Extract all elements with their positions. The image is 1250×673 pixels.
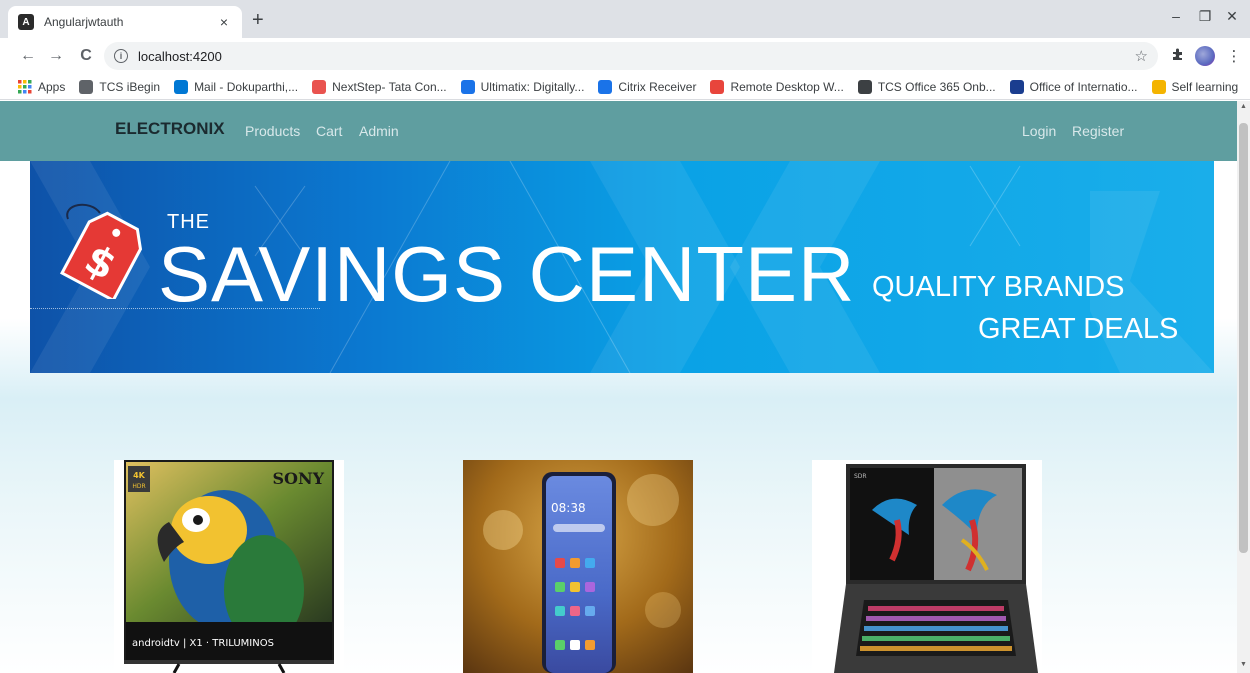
brand-logo[interactable]: ELECTRONIX [115,119,225,139]
outlook-icon [174,79,189,94]
browser-tab-strip: A Angularjwtauth × + – ❐ ✕ [0,0,1250,38]
ultimatix-icon [460,79,475,94]
bookmark-ultimatix[interactable]: Ultimatix: Digitally... [460,79,585,94]
svg-text:4K: 4K [133,471,146,480]
bookmark-self-learning[interactable]: Self learning [1151,79,1239,94]
banner-tagline-quality: QUALITY BRANDS [872,271,1125,303]
bookmark-tcs[interactable]: NextStep- Tata Con... [312,79,447,94]
scroll-down-arrow-icon[interactable]: ▼ [1237,661,1250,668]
bookmark-label: Self learning [1171,79,1239,94]
back-button[interactable]: ← [18,46,38,66]
bookmarks-bar: Apps TCS iBegin Mail - Dokuparthi,... NextS… [0,74,1250,100]
profile-avatar-icon[interactable] [1195,46,1215,66]
site-navbar: ELECTRONIX Products Cart Admin Login Reg… [0,101,1237,161]
extensions-puzzle-icon[interactable] [1168,47,1188,65]
apps-grid-icon [18,79,32,94]
bookmark-label: TCS Office 365 Onb... [877,79,996,94]
bookmark-office-intl[interactable]: Office of Internatio... [1009,79,1138,94]
minimize-button[interactable]: – [1166,8,1186,24]
office-intl-icon [1009,79,1024,94]
bookmark-globe[interactable]: TCS iBegin [79,79,161,94]
scrollbar-thumb[interactable] [1239,123,1248,553]
bookmark-label: TCS iBegin [99,79,161,94]
bookmark-label: Apps [38,79,66,94]
nav-link-login[interactable]: Login [1022,123,1056,139]
url-text[interactable]: localhost:4200 [138,49,1135,64]
browser-menu-icon[interactable]: ⋮ [1224,47,1244,65]
info-icon[interactable]: i [114,49,128,63]
new-tab-button[interactable]: + [252,10,264,30]
restore-button[interactable]: ❐ [1195,8,1215,25]
svg-text:androidtv | X1 · TRILUMINOS: androidtv | X1 · TRILUMINOS [132,638,274,649]
bookmark-office[interactable]: TCS Office 365 Onb... [857,79,996,94]
forward-button[interactable]: → [46,46,66,66]
svg-text:HDR: HDR [132,483,145,490]
browser-tab[interactable]: A Angularjwtauth × [8,6,242,38]
tv-image: 4K HDR SONY androidtv | X1 · TRILUMINOS [124,460,334,673]
citrix-icon [598,79,613,94]
bookmark-label: Citrix Receiver [618,79,697,94]
product-card-tv[interactable]: 4K HDR SONY androidtv | X1 · TRILUMINOS [114,460,344,673]
nav-link-products[interactable]: Products [245,123,300,139]
nav-link-admin[interactable]: Admin [359,123,399,139]
tab-title: Angularjwtauth [44,15,124,29]
product-card-phone[interactable]: 08:38 [463,460,693,673]
scroll-up-arrow-icon[interactable]: ▲ [1237,103,1250,110]
remote-desktop-icon [710,79,725,94]
bookmark-remote-desktop[interactable]: Remote Desktop W... [710,79,844,94]
bookmark-star-icon[interactable]: ☆ [1135,47,1148,65]
phone-time: 08:38 [551,501,586,515]
page-viewport: ELECTRONIX Products Cart Admin Login Reg… [0,101,1237,673]
savings-banner: $ THE SAVINGS CENTER QUALITY BRANDS GREA… [30,161,1214,373]
bookmark-label: Mail - Dokuparthi,... [194,79,299,94]
laptop-badge: SDR [854,473,867,480]
phone-image: 08:38 [483,472,681,673]
banner-headline: SAVINGS CENTER [158,230,856,318]
reload-button[interactable]: C [76,46,96,66]
bookmark-citrix[interactable]: Citrix Receiver [598,79,697,94]
angular-icon: A [18,14,34,30]
page-scrollbar[interactable]: ▲ ▼ [1237,101,1250,673]
banner-tagline-deals: GREAT DEALS [978,313,1179,345]
tcs-icon [312,79,327,94]
bookmark-outlook[interactable]: Mail - Dokuparthi,... [174,79,299,94]
bookmark-apps-grid[interactable]: Apps [18,79,66,94]
tv-brand: SONY [272,469,324,488]
bookmark-label: Ultimatix: Digitally... [480,79,585,94]
tab-close-button[interactable]: × [216,14,232,30]
self-learning-icon [1151,79,1166,94]
browser-toolbar: ← → C i localhost:4200 ☆ ⋮ [0,38,1250,74]
address-bar[interactable]: i localhost:4200 ☆ [104,42,1158,70]
bookmark-label: NextStep- Tata Con... [332,79,447,94]
price-tag-icon: $ [60,203,143,299]
globe-icon [79,79,94,94]
bookmark-label: Remote Desktop W... [730,79,844,94]
window-close-button[interactable]: ✕ [1222,8,1242,25]
office-icon [857,79,872,94]
nav-link-register[interactable]: Register [1072,123,1124,139]
bookmark-label: Office of Internatio... [1029,79,1138,94]
laptop-image: SDR [834,464,1038,673]
product-card-laptop[interactable]: SDR [812,460,1042,673]
nav-link-cart[interactable]: Cart [316,123,342,139]
